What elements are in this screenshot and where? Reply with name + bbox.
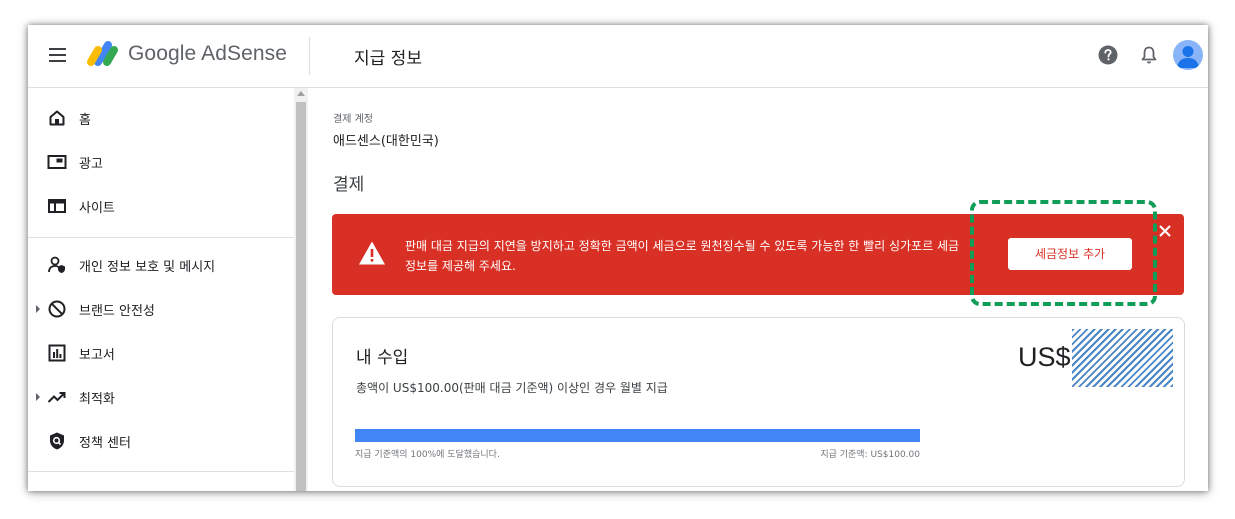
policy-shield-icon <box>50 432 64 450</box>
sidebar-item-label: 홈 <box>79 113 91 128</box>
sidebar-item-label: 정책 센터 <box>79 436 131 451</box>
help-icon[interactable] <box>1097 44 1119 66</box>
person-icon <box>1177 46 1199 68</box>
earnings-description: 총액이 US$100.00(판매 대금 기준액) 이상인 경우 월별 지급 <box>356 381 668 395</box>
sidebar-item-home[interactable]: 홈 <box>28 100 294 136</box>
block-icon <box>48 300 66 318</box>
bell-icon[interactable] <box>1138 44 1160 66</box>
progress-fill <box>355 429 920 442</box>
sidebar-scrollbar[interactable] <box>294 88 308 491</box>
sidebar-divider <box>28 237 294 238</box>
sites-icon <box>48 199 66 213</box>
earnings-card: 내 수입 US$ 총액이 US$100.00(판매 대금 기준액) 이상인 경우… <box>332 317 1185 487</box>
sidebar-item-label: 최적화 <box>79 392 115 407</box>
earnings-currency: US$ <box>1018 342 1071 372</box>
payment-account-label: 결제 계정 <box>333 114 373 125</box>
payment-threshold-text: 지급 기준액: US$100.00 <box>820 450 920 460</box>
sidebar-item-optimization[interactable]: 최적화 <box>28 379 294 415</box>
home-icon <box>49 110 65 126</box>
payment-account-value: 애드센스(대한민국) <box>333 134 439 149</box>
sidebar-item-policy-center[interactable]: 정책 센터 <box>28 423 294 459</box>
header-divider <box>309 37 310 75</box>
app-window: Google AdSense 지급 정보 홈 광고 사이트 개인 정보 보호 및… <box>28 25 1208 491</box>
add-tax-info-button[interactable]: 세금정보 추가 <box>1008 238 1132 270</box>
reports-icon <box>48 344 66 362</box>
sidebar-item-label: 개인 정보 보호 및 메시지 <box>79 260 216 275</box>
payment-threshold-progress <box>355 429 920 442</box>
privacy-icon <box>48 256 65 273</box>
earnings-title: 내 수입 <box>356 348 409 368</box>
sidebar-item-privacy-messaging[interactable]: 개인 정보 보호 및 메시지 <box>28 247 294 283</box>
scroll-thumb[interactable] <box>296 102 306 491</box>
tax-info-alert: 판매 대금 지급의 지연을 방지하고 정확한 금액이 세금으로 원천징수될 수 … <box>332 214 1184 295</box>
page-title: 지급 정보 <box>354 49 422 69</box>
adsense-logo-icon <box>87 41 118 66</box>
main-content: 결제 계정 애드센스(대한민국) 결제 판매 대금 지급의 지연을 방지하고 정… <box>308 88 1208 491</box>
top-app-bar: Google AdSense 지급 정보 <box>28 25 1208 88</box>
sidebar-item-reports[interactable]: 보고서 <box>28 335 294 371</box>
warning-icon <box>359 241 385 265</box>
expand-caret-icon[interactable] <box>36 305 40 313</box>
sidebar-item-label: 브랜드 안전성 <box>79 304 155 319</box>
menu-icon[interactable] <box>48 45 68 65</box>
sidebar-item-label: 광고 <box>79 157 103 172</box>
sidebar: 홈 광고 사이트 개인 정보 보호 및 메시지 브랜드 안전성 보고서 최적화 … <box>28 88 294 491</box>
trending-icon <box>47 392 66 403</box>
sidebar-item-label: 사이트 <box>79 201 115 216</box>
alert-message: 판매 대금 지급의 지연을 방지하고 정확한 금액이 세금으로 원천징수될 수 … <box>405 239 960 273</box>
sidebar-divider <box>28 471 294 472</box>
scroll-up-arrow-icon[interactable] <box>297 91 305 96</box>
progress-status-text: 지급 기준액의 100%에 도달했습니다. <box>355 450 500 460</box>
redacted-amount <box>1072 329 1173 387</box>
brand-name: Google AdSense <box>128 42 288 65</box>
sidebar-item-sites[interactable]: 사이트 <box>28 188 294 224</box>
section-title-payments: 결제 <box>333 175 365 195</box>
avatar[interactable] <box>1173 40 1203 70</box>
sidebar-item-label: 보고서 <box>79 348 115 363</box>
ads-icon <box>47 155 67 169</box>
close-icon[interactable] <box>1158 224 1172 238</box>
expand-caret-icon[interactable] <box>36 393 40 401</box>
sidebar-item-brand-safety[interactable]: 브랜드 안전성 <box>28 291 294 327</box>
sidebar-item-ads[interactable]: 광고 <box>28 144 294 180</box>
